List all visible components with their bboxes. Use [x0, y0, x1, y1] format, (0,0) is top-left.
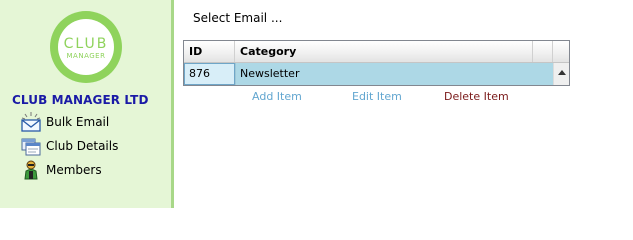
sidebar-item-label: Bulk Email [46, 115, 110, 129]
column-header-id[interactable]: ID [184, 41, 235, 62]
cell-category[interactable]: Newsletter [235, 63, 533, 85]
club-manager-logo: CLUB MANAGER [50, 11, 122, 83]
window-icon [21, 138, 41, 156]
edit-item-link[interactable]: Edit Item [352, 90, 402, 103]
envelope-icon [21, 112, 41, 132]
scroll-up-arrow-icon[interactable] [558, 70, 566, 75]
add-item-link[interactable]: Add Item [252, 90, 302, 103]
sidebar-item-club-details[interactable]: Club Details [20, 135, 118, 157]
column-header-spacer [533, 41, 553, 62]
sidebar: CLUB MANAGER CLUB MANAGER LTD Bulk Email [0, 0, 174, 208]
vertical-scrollbar[interactable] [553, 63, 569, 85]
grid-header: ID Category [184, 41, 569, 63]
column-header-category[interactable]: Category [235, 41, 533, 62]
email-category-grid: ID Category 876 Newsletter [183, 40, 570, 86]
person-icon [24, 160, 38, 180]
logo-text-top: CLUB [64, 36, 109, 52]
cell-id[interactable]: 876 [184, 63, 235, 85]
sidebar-item-label: Club Details [46, 139, 119, 153]
company-name: CLUB MANAGER LTD [12, 93, 149, 107]
logo-text-bottom: MANAGER [67, 52, 106, 60]
page-title: Select Email ... [193, 11, 283, 25]
table-row[interactable]: 876 Newsletter [184, 63, 553, 85]
sidebar-item-bulk-email[interactable]: Bulk Email [20, 111, 109, 133]
sidebar-item-members[interactable]: Members [20, 159, 102, 181]
delete-item-link[interactable]: Delete Item [444, 90, 509, 103]
sidebar-item-label: Members [46, 163, 102, 177]
